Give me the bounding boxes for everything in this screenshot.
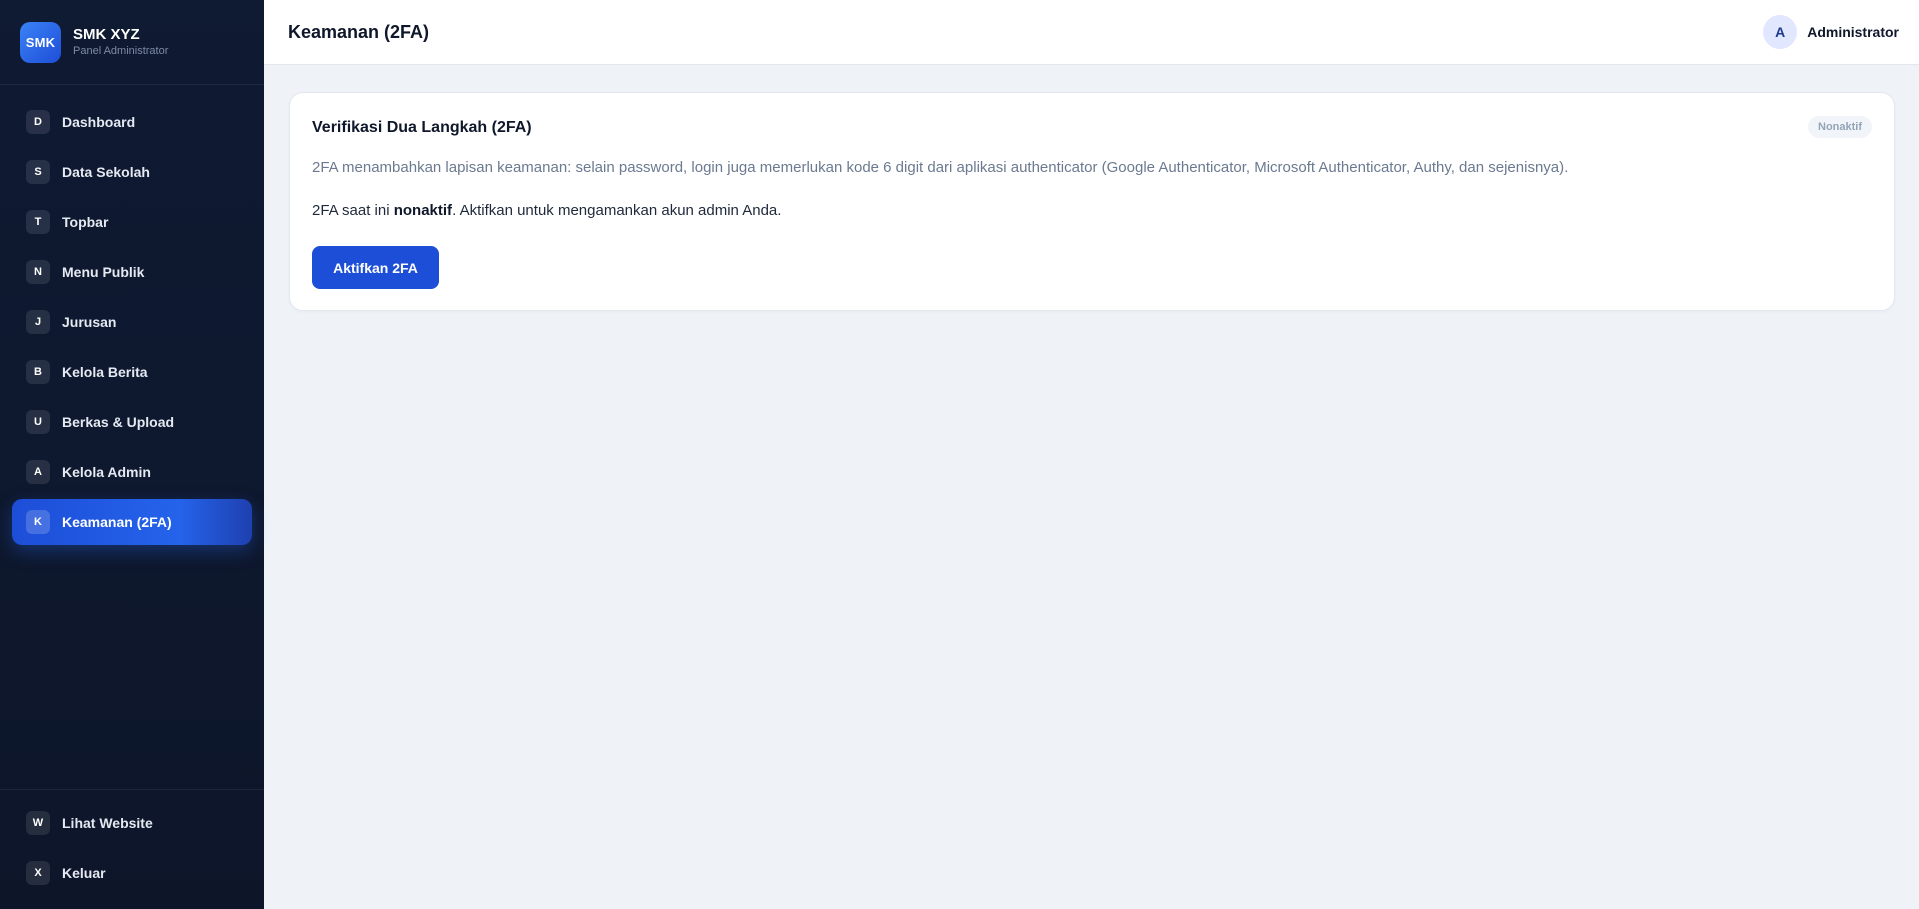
user-name: Administrator bbox=[1807, 24, 1899, 40]
website-icon: W bbox=[26, 811, 50, 835]
sidebar-item-kelola-admin[interactable]: A Kelola Admin bbox=[12, 449, 252, 495]
brand-logo: SMK bbox=[20, 21, 61, 63]
sidebar-item-label: Menu Publik bbox=[62, 264, 145, 280]
user-menu[interactable]: A Administrator bbox=[1763, 15, 1899, 49]
data-sekolah-icon: S bbox=[26, 160, 50, 184]
sidebar-item-label: Jurusan bbox=[62, 314, 117, 330]
sidebar-item-jurusan[interactable]: J Jurusan bbox=[12, 299, 252, 345]
enable-2fa-button[interactable]: Aktifkan 2FA bbox=[312, 246, 439, 289]
state-value: nonaktif bbox=[393, 202, 453, 219]
sidebar-item-label: Data Sekolah bbox=[62, 164, 150, 180]
jurusan-icon: J bbox=[26, 310, 50, 334]
brand-subtitle: Panel Administrator bbox=[73, 45, 169, 57]
card-description: 2FA menambahkan lapisan keamanan: selain… bbox=[312, 159, 1569, 176]
state-prefix: 2FA saat ini bbox=[312, 202, 394, 219]
sidebar-item-topbar[interactable]: T Topbar bbox=[12, 199, 252, 245]
sidebar-item-label: Kelola Berita bbox=[62, 364, 148, 380]
sidebar-nav: D Dashboard S Data Sekolah T Topbar N Me… bbox=[12, 99, 252, 549]
sidebar-item-label: Dashboard bbox=[62, 114, 136, 130]
brand-name: SMK XYZ bbox=[73, 26, 140, 43]
sidebar-item-berkas-upload[interactable]: U Berkas & Upload bbox=[12, 399, 252, 445]
state-suffix: . Aktifkan untuk mengamankan akun admin … bbox=[452, 202, 782, 219]
sidebar-item-label: Keamanan (2FA) bbox=[62, 514, 172, 530]
brand: SMK SMK XYZ Panel Administrator bbox=[0, 0, 264, 85]
topbar-icon: T bbox=[26, 210, 50, 234]
sidebar-item-keamanan-2fa[interactable]: K Keamanan (2FA) bbox=[12, 499, 252, 545]
sidebar-item-label: Kelola Admin bbox=[62, 464, 151, 480]
logout-icon: X bbox=[26, 861, 50, 885]
sidebar-item-data-sekolah[interactable]: S Data Sekolah bbox=[12, 149, 252, 195]
sidebar: SMK SMK XYZ Panel Administrator D Dashbo… bbox=[0, 0, 264, 909]
avatar: A bbox=[1763, 15, 1798, 49]
dashboard-icon: D bbox=[26, 110, 50, 134]
kelola-admin-icon: A bbox=[26, 460, 50, 484]
keamanan-icon: K bbox=[26, 510, 50, 534]
sidebar-item-dashboard[interactable]: D Dashboard bbox=[12, 99, 252, 145]
sidebar-bottom: W Lihat Website X Keluar bbox=[0, 789, 264, 900]
sidebar-item-keluar[interactable]: X Keluar bbox=[12, 850, 252, 896]
sidebar-item-kelola-berita[interactable]: B Kelola Berita bbox=[12, 349, 252, 395]
menu-publik-icon: N bbox=[26, 260, 50, 284]
twofa-state-text: 2FA saat ini nonaktif. Aktifkan untuk me… bbox=[312, 202, 781, 219]
sidebar-item-lihat-website[interactable]: W Lihat Website bbox=[12, 800, 252, 846]
sidebar-item-label: Topbar bbox=[62, 214, 109, 230]
status-badge: Nonaktif bbox=[1808, 116, 1872, 138]
top-header: Keamanan (2FA) A Administrator bbox=[264, 0, 1919, 65]
page-title: Keamanan (2FA) bbox=[288, 21, 430, 42]
card-title: Verifikasi Dua Langkah (2FA) bbox=[312, 119, 532, 136]
brand-text: SMK XYZ Panel Administrator bbox=[73, 26, 168, 58]
berkas-upload-icon: U bbox=[26, 410, 50, 434]
sidebar-item-label: Berkas & Upload bbox=[62, 414, 175, 430]
sidebar-item-label: Keluar bbox=[62, 865, 106, 881]
kelola-berita-icon: B bbox=[26, 360, 50, 384]
sidebar-item-menu-publik[interactable]: N Menu Publik bbox=[12, 249, 252, 295]
sidebar-item-label: Lihat Website bbox=[62, 815, 153, 831]
twofa-card: Verifikasi Dua Langkah (2FA) Nonaktif 2F… bbox=[289, 92, 1895, 311]
